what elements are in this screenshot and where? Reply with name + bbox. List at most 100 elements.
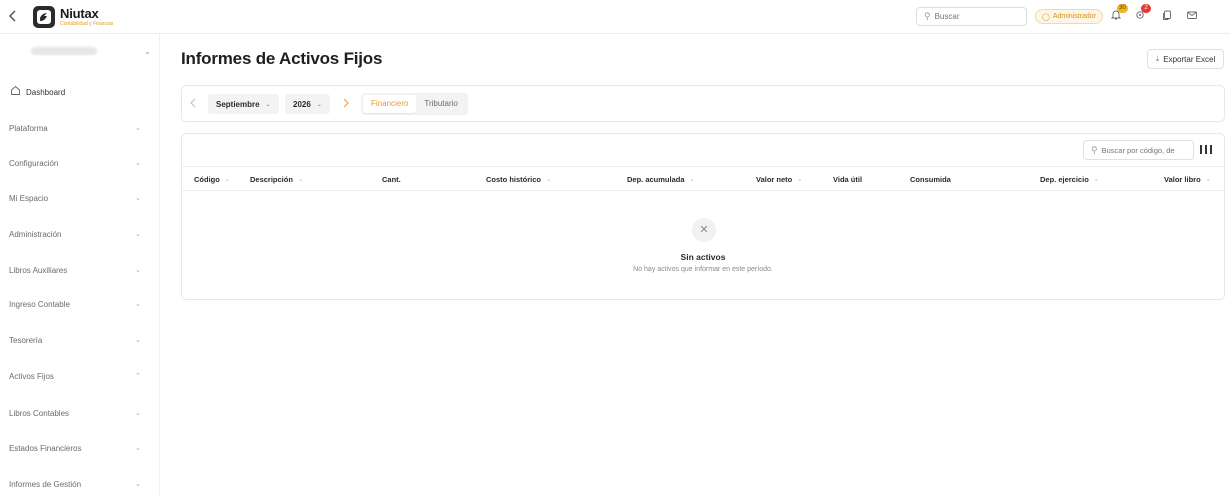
app-logo[interactable]: Niutax Contabilidad y Finanzas (33, 6, 113, 28)
chevron-down-icon: ⌄ (224, 177, 230, 183)
chevron-down-icon: ⌄ (689, 177, 695, 183)
shield-icon: ◯ (1042, 13, 1050, 21)
column-header-label: Consumida (910, 175, 951, 184)
role-badge[interactable]: ◯ Administrador (1035, 9, 1104, 24)
next-period-button[interactable] (342, 97, 350, 112)
home-icon (10, 85, 21, 99)
sidebar-item-libros-auxiliares[interactable]: Libros Auxiliares ⌄ (0, 260, 160, 280)
sidebar-item-informes-de-gestion[interactable]: Informes de Gestión ⌄ (0, 474, 160, 494)
sidebar-item-label: Administración (9, 229, 62, 239)
column-header-valor-neto[interactable]: Valor neto ⌄ (756, 175, 802, 184)
column-header-costo-historico[interactable]: Costo histórico ⌄ (486, 175, 551, 184)
global-search[interactable]: ⚲ (916, 7, 1027, 26)
column-header-label: Dep. ejercicio (1040, 175, 1089, 184)
sidebar-item-label: Estados Financieros (9, 443, 82, 453)
chevron-down-icon: ⌄ (1205, 177, 1211, 183)
tab-financiero[interactable]: Financiero (363, 95, 417, 113)
column-header-label: Código (194, 175, 220, 184)
column-header-codigo[interactable]: Código ⌄ (194, 175, 230, 184)
sidebar-item-tesoreria[interactable]: Tesorería ⌄ (0, 330, 160, 350)
page-title: Informes de Activos Fijos (181, 49, 383, 68)
sidebar-item-activos-fijos[interactable]: Activos Fijos ⌃ (0, 366, 160, 386)
table-search-input[interactable] (1101, 145, 1188, 155)
table-header: Código ⌄ Descripción ⌄ Cant. Costo históri… (182, 166, 1224, 191)
table-search[interactable]: ⚲ (1083, 140, 1194, 160)
sidebar-item-configuracion[interactable]: Configuración ⌄ (0, 153, 160, 173)
chevron-down-icon: ⌄ (135, 231, 141, 238)
column-header-dep-acumulada[interactable]: Dep. acumulada ⌄ (627, 175, 695, 184)
column-header-valor-libro[interactable]: Valor libro ⌄ (1164, 175, 1211, 184)
search-icon: ⚲ (1091, 144, 1098, 155)
chevron-down-icon: ⌄ (546, 177, 552, 183)
tab-tributario[interactable]: Tributario (416, 95, 466, 113)
company-name (31, 47, 97, 55)
sidebar-item-label: Activos Fijos (9, 371, 54, 381)
chevron-down-icon: ⌄ (135, 410, 141, 417)
back-button[interactable] (8, 9, 22, 25)
chevron-down-icon: ⌄ (1093, 177, 1099, 183)
export-excel-label: Exportar Excel (1163, 54, 1216, 64)
previous-period-button[interactable] (189, 97, 197, 112)
sidebar-item-mi-espacio[interactable]: Mi Espacio ⌄ (0, 188, 160, 208)
sidebar-item-label: Ingreso Contable (9, 299, 70, 309)
chevron-down-icon: ⌄ (135, 160, 141, 167)
close-icon: ✕ (692, 218, 716, 242)
column-header-label: Vida útil (833, 175, 863, 184)
download-icon: ⤓ (1155, 54, 1160, 63)
messages-button[interactable] (1185, 9, 1199, 23)
sidebar-item-label: Informes de Gestión (9, 479, 82, 489)
chevron-down-icon: ⌄ (135, 195, 141, 202)
column-header-label: Valor neto (756, 175, 793, 184)
notifications-button[interactable]: 30 (1109, 4, 1128, 23)
role-badge-label: Administrador (1052, 13, 1097, 20)
chevron-down-icon: ⌄ (265, 101, 271, 108)
column-header-label: Valor libro (1164, 175, 1201, 184)
column-header-label: Costo histórico (486, 175, 542, 184)
column-header-label: Cant. (382, 175, 401, 184)
column-header-descripcion[interactable]: Descripción ⌄ (250, 175, 303, 184)
month-select-value: Septiembre (216, 99, 260, 109)
column-header-consumida[interactable]: Consumida (910, 175, 951, 184)
chevron-left-icon (8, 10, 16, 22)
chevron-down-icon: ⌄ (316, 101, 322, 108)
empty-state-title: Sin activos (680, 252, 726, 262)
company-selector[interactable]: ⌄ (9, 41, 157, 61)
chevron-down-icon: ⌄ (135, 267, 141, 274)
sidebar-item-ingreso-contable[interactable]: Ingreso Contable ⌄ (0, 294, 160, 314)
chevron-down-icon: ⌄ (144, 46, 151, 56)
alerts-count: 2 (1141, 4, 1151, 13)
sidebar-item-estados-financieros[interactable]: Estados Financieros ⌄ (0, 438, 160, 458)
column-header-dep-ejercicio[interactable]: Dep. ejercicio ⌄ (1040, 175, 1099, 184)
chevron-down-icon: ⌄ (135, 337, 141, 344)
global-search-input[interactable] (934, 12, 1015, 21)
chevron-up-icon: ⌃ (135, 373, 141, 380)
export-excel-button[interactable]: ⤓ Exportar Excel (1147, 49, 1224, 69)
logo-subtitle: Contabilidad y Finanzas (60, 20, 114, 27)
sidebar-item-label: Libros Auxiliares (9, 265, 68, 275)
search-icon: ⚲ (924, 11, 931, 21)
top-bar: Niutax Contabilidad y Finanzas ⚲ ◯ Admin… (0, 0, 1230, 34)
sidebar-item-dashboard[interactable]: Dashboard (0, 82, 160, 102)
sidebar-item-plataforma[interactable]: Plataforma ⌄ (0, 118, 160, 138)
column-header-cantidad[interactable]: Cant. (382, 175, 401, 184)
sidebar-item-administracion[interactable]: Administración ⌄ (0, 224, 160, 244)
column-header-vida-util[interactable]: Vida útil (833, 175, 862, 184)
copy-icon (1163, 10, 1171, 20)
empty-state-text: No hay activos que informar en este perí… (633, 266, 773, 273)
sidebar-item-label: Configuración (9, 158, 59, 168)
period-filter-bar: Septiembre ⌄ 2026 ⌄ Financiero Tributari… (181, 85, 1225, 122)
chevron-left-icon (190, 98, 196, 108)
alerts-button[interactable]: 2 (1133, 4, 1151, 23)
sidebar: ⌄ Dashboard Plataforma ⌄ Configuración ⌄… (0, 34, 160, 496)
sidebar-item-label: Dashboard (26, 87, 66, 97)
month-select[interactable]: Septiembre ⌄ (208, 94, 279, 114)
copy-button[interactable] (1160, 9, 1174, 23)
column-header-label: Dep. acumulada (627, 175, 685, 184)
chevron-down-icon: ⌄ (135, 125, 141, 132)
logo-mark-icon (33, 6, 55, 28)
year-select[interactable]: 2026 ⌄ (285, 94, 330, 114)
chevron-down-icon: ⌄ (297, 177, 303, 183)
columns-icon[interactable] (1200, 144, 1212, 155)
sidebar-item-label: Libros Contables (9, 408, 70, 418)
sidebar-item-libros-contables[interactable]: Libros Contables ⌄ (0, 403, 160, 423)
